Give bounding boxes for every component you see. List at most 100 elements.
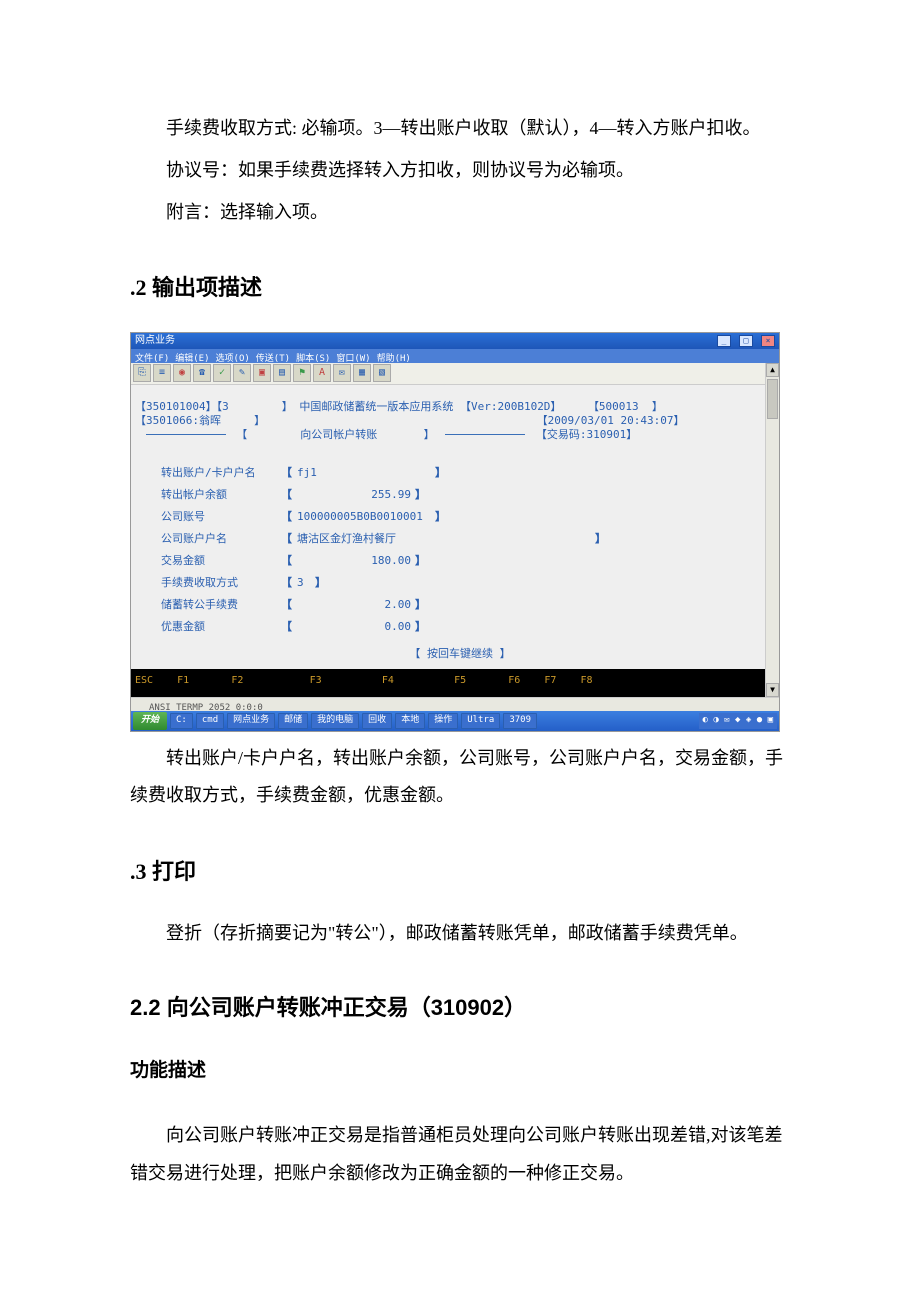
field-row: 手续费收取方式 【 3 】 — [161, 572, 759, 594]
bracket-right: 】 — [435, 505, 449, 528]
field-row: 储蓄转公手续费 【 2.00 】 — [161, 594, 759, 616]
paragraph-fee-method: 手续费收取方式: 必输项。3—转出账户收取（默认），4—转入方账户扣收。 — [130, 110, 790, 148]
embedded-screenshot: 网点业务 _ □ × 文件(F) 编辑(E) 选项(O) 传送(T) 脚本(S)… — [130, 332, 780, 732]
bracket-left: 【 — [281, 505, 295, 528]
field-label: 公司账号 — [161, 505, 281, 528]
paragraph-output-desc: 转出账户/卡户户名，转出账户余额，公司账号，公司账户户名，交易金额，手续费收取方… — [130, 740, 790, 816]
field-label: 交易金额 — [161, 549, 281, 572]
menu-window[interactable]: 窗口(W) — [336, 350, 370, 362]
field-label: 手续费收取方式 — [161, 571, 281, 594]
org-code: 【350101004】【3 — [135, 400, 229, 413]
toolbar-icon[interactable]: ≡ — [153, 364, 171, 382]
field-row: 优惠金额 【 0.00 】 — [161, 616, 759, 638]
toolbar-icon[interactable]: ☎ — [193, 364, 211, 382]
field-label: 公司账户户名 — [161, 527, 281, 550]
terminal-body: 转出账户/卡户户名 【 fj1 】 转出帐户余额 【 255.99 】 公司账号… — [131, 456, 779, 669]
bracket-right: 】 — [595, 527, 609, 550]
taskbar-item[interactable]: C: — [170, 713, 193, 729]
bracket-right: 】 — [415, 483, 429, 506]
bracket-left: 【 — [281, 483, 295, 506]
trans-code: 【交易码:310901】 — [536, 428, 637, 441]
toolbar-icon[interactable]: ▦ — [353, 364, 371, 382]
field-value: 0.00 — [295, 615, 415, 638]
toolbar-icon[interactable]: ▤ — [273, 364, 291, 382]
window-titlebar: 网点业务 _ □ × — [131, 333, 779, 349]
field-label: 转出账户/卡户户名 — [161, 461, 281, 484]
taskbar-item[interactable]: 操作 — [428, 713, 458, 729]
taskbar: 开始 C: cmd 网点业务 邮储 我的电脑 回收 本地 操作 Ultra 37… — [131, 711, 779, 731]
bracket-right: 】 — [315, 571, 329, 594]
bracket-left: 【 — [281, 549, 295, 572]
terminal-code: 【500013 】 — [588, 400, 663, 413]
bracket-left: 【 — [281, 527, 295, 550]
menu-help[interactable]: 帮助(H) — [377, 350, 411, 362]
field-value: 3 — [295, 571, 315, 594]
bracket: 】 — [254, 414, 265, 427]
menu-options[interactable]: 选项(O) — [216, 350, 250, 362]
scroll-up-icon[interactable]: ▲ — [766, 363, 779, 377]
menu-transfer[interactable]: 传送(T) — [256, 350, 290, 362]
toolbar-icon[interactable]: ⎘ — [133, 364, 151, 382]
paragraph-print-desc: 登折（存折摘要记为"转公"），邮政储蓄转账凭单，邮政储蓄手续费凭单。 — [130, 915, 790, 953]
menu-script[interactable]: 脚本(S) — [296, 350, 330, 362]
taskbar-item[interactable]: 3709 — [503, 713, 537, 729]
bracket-right: 】 — [415, 549, 429, 572]
bracket-right: 】 — [415, 593, 429, 616]
screen-title: 向公司帐户转账 — [300, 428, 377, 441]
field-label: 储蓄转公手续费 — [161, 593, 281, 616]
toolbar-icon[interactable]: ✎ — [233, 364, 251, 382]
taskbar-item[interactable]: Ultra — [461, 713, 500, 729]
field-label: 转出帐户余额 — [161, 483, 281, 506]
field-row: 转出帐户余额 【 255.99 】 — [161, 484, 759, 506]
status-bar: ANSI TERMP 2052 0:0:0 — [131, 697, 779, 711]
field-value: 塘沽区金灯渔村餐厅 — [295, 527, 595, 550]
close-icon[interactable]: × — [761, 335, 775, 347]
teller-code: 【3501066:翁晖 — [135, 414, 221, 427]
toolbar-icon[interactable]: ▧ — [373, 364, 391, 382]
taskbar-item[interactable]: 邮储 — [278, 713, 308, 729]
toolbar-icon[interactable]: ✓ — [213, 364, 231, 382]
field-value: fj1 — [295, 461, 435, 484]
start-button[interactable]: 开始 — [133, 712, 167, 730]
paragraph-protocol: 协议号：如果手续费选择转入方扣收，则协议号为必输项。 — [130, 152, 790, 190]
menu-edit[interactable]: 编辑(E) — [175, 350, 209, 362]
minimize-icon[interactable]: _ — [717, 335, 731, 347]
toolbar-icon[interactable]: ⚑ — [293, 364, 311, 382]
timestamp: 【2009/03/01 20:43:07】 — [537, 414, 685, 427]
taskbar-item[interactable]: cmd — [196, 713, 224, 729]
taskbar-item[interactable]: 我的电脑 — [311, 713, 359, 729]
taskbar-item[interactable]: 网点业务 — [227, 713, 275, 729]
scroll-thumb[interactable] — [767, 379, 778, 419]
taskbar-item[interactable]: 回收 — [362, 713, 392, 729]
field-value: 180.00 — [295, 549, 415, 572]
scrollbar[interactable]: ▲ ▼ — [765, 363, 779, 697]
toolbar-icon[interactable]: ▣ — [253, 364, 271, 382]
bracket-left: 【 — [281, 593, 295, 616]
menubar: 文件(F) 编辑(E) 选项(O) 传送(T) 脚本(S) 窗口(W) 帮助(H… — [131, 349, 779, 363]
heading-print: .3 打印 — [130, 849, 790, 895]
field-label: 优惠金额 — [161, 615, 281, 638]
bracket-left: 【 — [281, 461, 295, 484]
toolbar: ⎘ ≡ ◉ ☎ ✓ ✎ ▣ ▤ ⚑ A ✉ ▦ ▧ — [131, 363, 779, 385]
function-key-bar: ESC F1 F2 F3 F4 F5 F6 F7 F8 — [131, 669, 779, 683]
field-row: 公司账户户名 【 塘沽区金灯渔村餐厅 】 — [161, 528, 759, 550]
field-row: 交易金额 【 180.00 】 — [161, 550, 759, 572]
bracket-left: 【 — [281, 571, 295, 594]
toolbar-icon[interactable]: A — [313, 364, 331, 382]
black-strip — [131, 683, 779, 697]
field-value: 255.99 — [295, 483, 415, 506]
system-tray[interactable]: ◐ ◑ ✉ ◆ ◈ ● ▣ — [699, 713, 777, 729]
terminal-header: 【350101004】【3 】 中国邮政储蓄统一版本应用系统 【Ver:200B… — [131, 385, 779, 456]
maximize-icon[interactable]: □ — [739, 335, 753, 347]
field-row: 转出账户/卡户户名 【 fj1 】 — [161, 462, 759, 484]
taskbar-item[interactable]: 本地 — [395, 713, 425, 729]
paragraph-function-desc: 向公司账户转账冲正交易是指普通柜员处理向公司账户转账出现差错,对该笔差错交易进行… — [130, 1117, 790, 1193]
toolbar-icon[interactable]: ✉ — [333, 364, 351, 382]
toolbar-icon[interactable]: ◉ — [173, 364, 191, 382]
heading-function-desc: 功能描述 — [130, 1051, 790, 1091]
menu-file[interactable]: 文件(F) — [135, 350, 169, 362]
bracket-left: 【 — [281, 615, 295, 638]
bracket-right: 】 — [415, 615, 429, 638]
field-row: 公司账号 【 100000005B0B0010001 】 — [161, 506, 759, 528]
scroll-down-icon[interactable]: ▼ — [766, 683, 779, 697]
